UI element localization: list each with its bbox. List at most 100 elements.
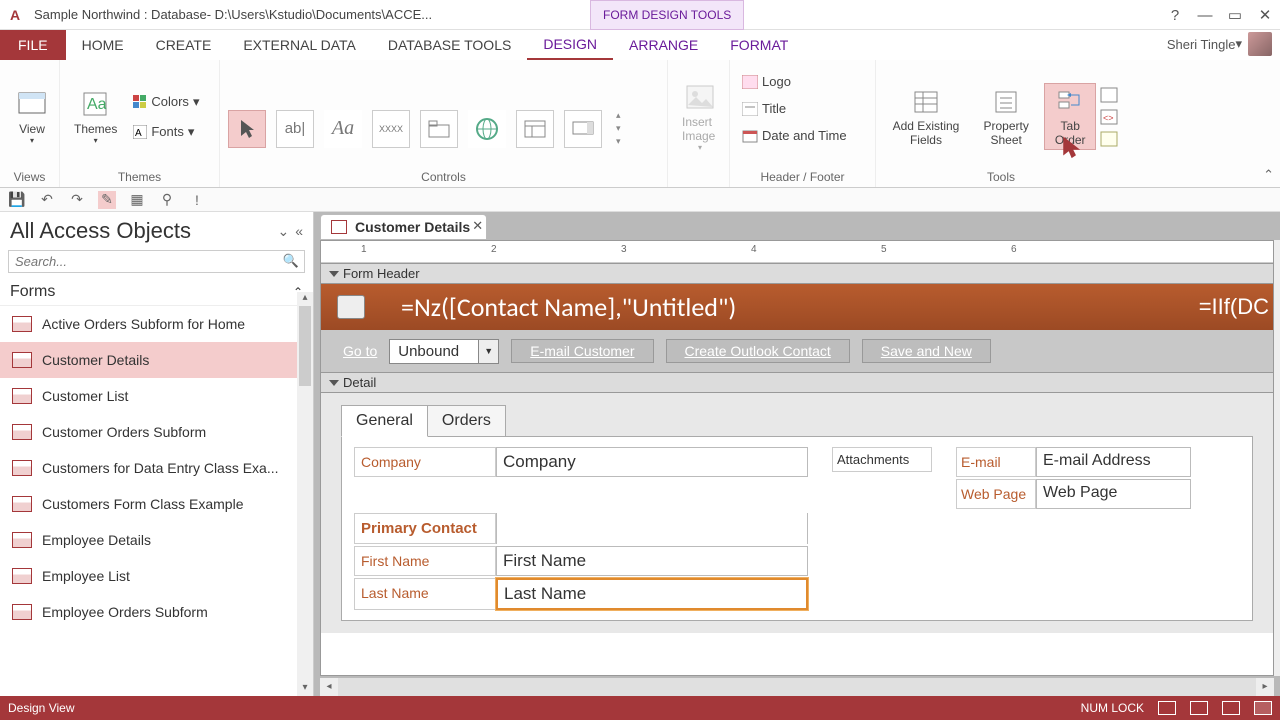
create-outlook-contact-button[interactable]: Create Outlook Contact — [666, 339, 850, 363]
exclaim-icon[interactable]: ! — [188, 191, 206, 209]
control-navigation[interactable] — [516, 110, 554, 148]
redo-icon[interactable]: ↷ — [68, 191, 86, 209]
hscroll-left-icon[interactable]: ◂ — [320, 678, 338, 696]
tab-create[interactable]: CREATE — [140, 30, 228, 60]
nav-form-item[interactable]: Employee List — [0, 558, 313, 594]
tab-arrange[interactable]: ARRANGE — [613, 30, 714, 60]
tab-file[interactable]: FILE — [0, 30, 66, 60]
company-field[interactable]: Company — [496, 447, 808, 477]
nav-form-item[interactable]: Active Orders Subform for Home — [0, 306, 313, 342]
control-tab[interactable] — [420, 110, 458, 148]
nav-collapse-icon[interactable]: « — [295, 223, 303, 240]
email-customer-button[interactable]: E-mail Customer — [511, 339, 653, 363]
convert-macros-icon[interactable] — [1100, 131, 1118, 147]
right-expression[interactable]: =IIf(DC — [1199, 294, 1269, 320]
help-icon[interactable]: ? — [1160, 0, 1190, 30]
webpage-label[interactable]: Web Page — [956, 479, 1036, 509]
datasheet-view-icon[interactable] — [1190, 701, 1208, 715]
undo-icon[interactable]: ↶ — [38, 191, 56, 209]
restore-icon[interactable]: ▭ — [1220, 0, 1250, 30]
nav-dropdown-icon[interactable]: ⌄ — [277, 223, 289, 240]
chevron-down-icon[interactable]: ▼ — [478, 340, 498, 363]
document-close-icon[interactable]: ✕ — [472, 218, 483, 234]
subform-new-window-icon[interactable] — [1100, 87, 1118, 103]
control-select[interactable] — [228, 110, 266, 148]
add-existing-fields-button[interactable]: Add Existing Fields — [884, 84, 968, 148]
user-label[interactable]: Sheri Tingle ▾ — [1167, 32, 1272, 56]
nav-category-forms[interactable]: Forms ⌃ — [0, 279, 313, 306]
controls-more[interactable]: ▾ — [616, 136, 621, 147]
control-button[interactable]: XXXX — [372, 110, 410, 148]
collapse-ribbon-icon[interactable]: ⌃ — [1263, 167, 1274, 183]
fonts-button[interactable]: AFonts ▾ — [129, 122, 203, 142]
nav-form-item[interactable]: Customers for Data Entry Class Exa... — [0, 450, 313, 486]
email-label[interactable]: E-mail — [956, 447, 1036, 477]
close-icon[interactable]: ✕ — [1250, 0, 1280, 30]
goto-combobox[interactable]: Unbound▼ — [389, 339, 499, 364]
nav-item-label: Customer Orders Subform — [42, 424, 206, 440]
tab-general[interactable]: General — [341, 405, 428, 437]
nav-form-item[interactable]: Employee Orders Subform — [0, 594, 313, 630]
scroll-thumb[interactable] — [299, 306, 311, 386]
last-name-label[interactable]: Last Name — [354, 578, 496, 610]
control-hyperlink[interactable] — [468, 110, 506, 148]
property-sheet-button[interactable]: Property Sheet — [972, 84, 1040, 148]
nav-form-item[interactable]: Employee Details — [0, 522, 313, 558]
tab-external-data[interactable]: EXTERNAL DATA — [227, 30, 372, 60]
search-input[interactable] — [8, 250, 305, 273]
design-icon[interactable]: ✎ — [98, 191, 116, 209]
form-header-area: =Nz([Contact Name],"Untitled") =IIf(DC — [321, 284, 1273, 330]
image-icon — [684, 81, 716, 113]
colors-button[interactable]: Colors ▾ — [129, 92, 203, 112]
insert-image-button[interactable]: Insert Image▾ — [676, 79, 724, 154]
tab-format[interactable]: FORMAT — [714, 30, 804, 60]
themes-button[interactable]: Aa Themes▾ — [68, 86, 123, 147]
first-name-label[interactable]: First Name — [354, 546, 496, 576]
controls-row-down[interactable]: ▾ — [616, 123, 621, 134]
attachments-label[interactable]: Attachments — [832, 447, 932, 472]
control-textbox[interactable]: ab| — [276, 110, 314, 148]
document-tab[interactable]: Customer Details — [320, 214, 487, 239]
scroll-down-icon[interactable]: ▾ — [297, 682, 313, 696]
save-and-new-button[interactable]: Save and New — [862, 339, 991, 363]
last-name-field[interactable]: Last Name — [496, 578, 808, 610]
search-icon[interactable]: 🔍 — [283, 253, 299, 269]
company-label[interactable]: Company — [354, 447, 496, 477]
title-expression[interactable]: =Nz([Contact Name],"Untitled") — [321, 291, 736, 323]
controls-row-up[interactable]: ▴ — [616, 110, 621, 121]
design-hscrollbar[interactable]: ◂ ▸ — [320, 678, 1274, 696]
form-header-section-bar[interactable]: Form Header — [321, 263, 1273, 284]
view-button[interactable]: View▾ — [8, 86, 56, 147]
form-view-icon[interactable] — [1158, 701, 1176, 715]
detail-section-bar[interactable]: Detail — [321, 372, 1273, 393]
nav-form-item[interactable]: Customer List — [0, 378, 313, 414]
minimize-icon[interactable]: — — [1190, 0, 1220, 30]
group-headerfooter-label: Header / Footer — [738, 167, 867, 187]
filter-icon[interactable]: ⚲ — [158, 191, 176, 209]
webpage-field[interactable]: Web Page — [1036, 479, 1191, 509]
design-view-icon[interactable] — [1254, 701, 1272, 715]
tab-database-tools[interactable]: DATABASE TOOLS — [372, 30, 527, 60]
logo-button[interactable]: Logo — [738, 72, 795, 91]
save-icon[interactable]: 💾 — [8, 191, 26, 209]
nav-scrollbar[interactable]: ▴ ▾ — [297, 292, 313, 696]
title-button[interactable]: Title — [738, 99, 790, 118]
tab-design[interactable]: DESIGN — [527, 30, 613, 60]
email-field[interactable]: E-mail Address — [1036, 447, 1191, 477]
tab-home[interactable]: HOME — [66, 30, 140, 60]
datetime-button[interactable]: Date and Time — [738, 126, 851, 145]
hscroll-right-icon[interactable]: ▸ — [1256, 678, 1274, 696]
control-label[interactable]: Aa — [324, 110, 362, 148]
layout-view-icon[interactable] — [1222, 701, 1240, 715]
primary-contact-label[interactable]: Primary Contact — [354, 513, 496, 544]
nav-form-item[interactable]: Customer Orders Subform — [0, 414, 313, 450]
tab-order-button[interactable]: Tab Order — [1044, 83, 1096, 149]
datasheet-icon[interactable]: ▦ — [128, 191, 146, 209]
control-combobox[interactable] — [564, 110, 602, 148]
view-code-icon[interactable]: <> — [1100, 109, 1118, 125]
scroll-up-icon[interactable]: ▴ — [297, 292, 313, 306]
nav-form-item[interactable]: Customers Form Class Example — [0, 486, 313, 522]
nav-form-item[interactable]: Customer Details — [0, 342, 313, 378]
tab-orders[interactable]: Orders — [427, 405, 506, 437]
first-name-field[interactable]: First Name — [496, 546, 808, 576]
